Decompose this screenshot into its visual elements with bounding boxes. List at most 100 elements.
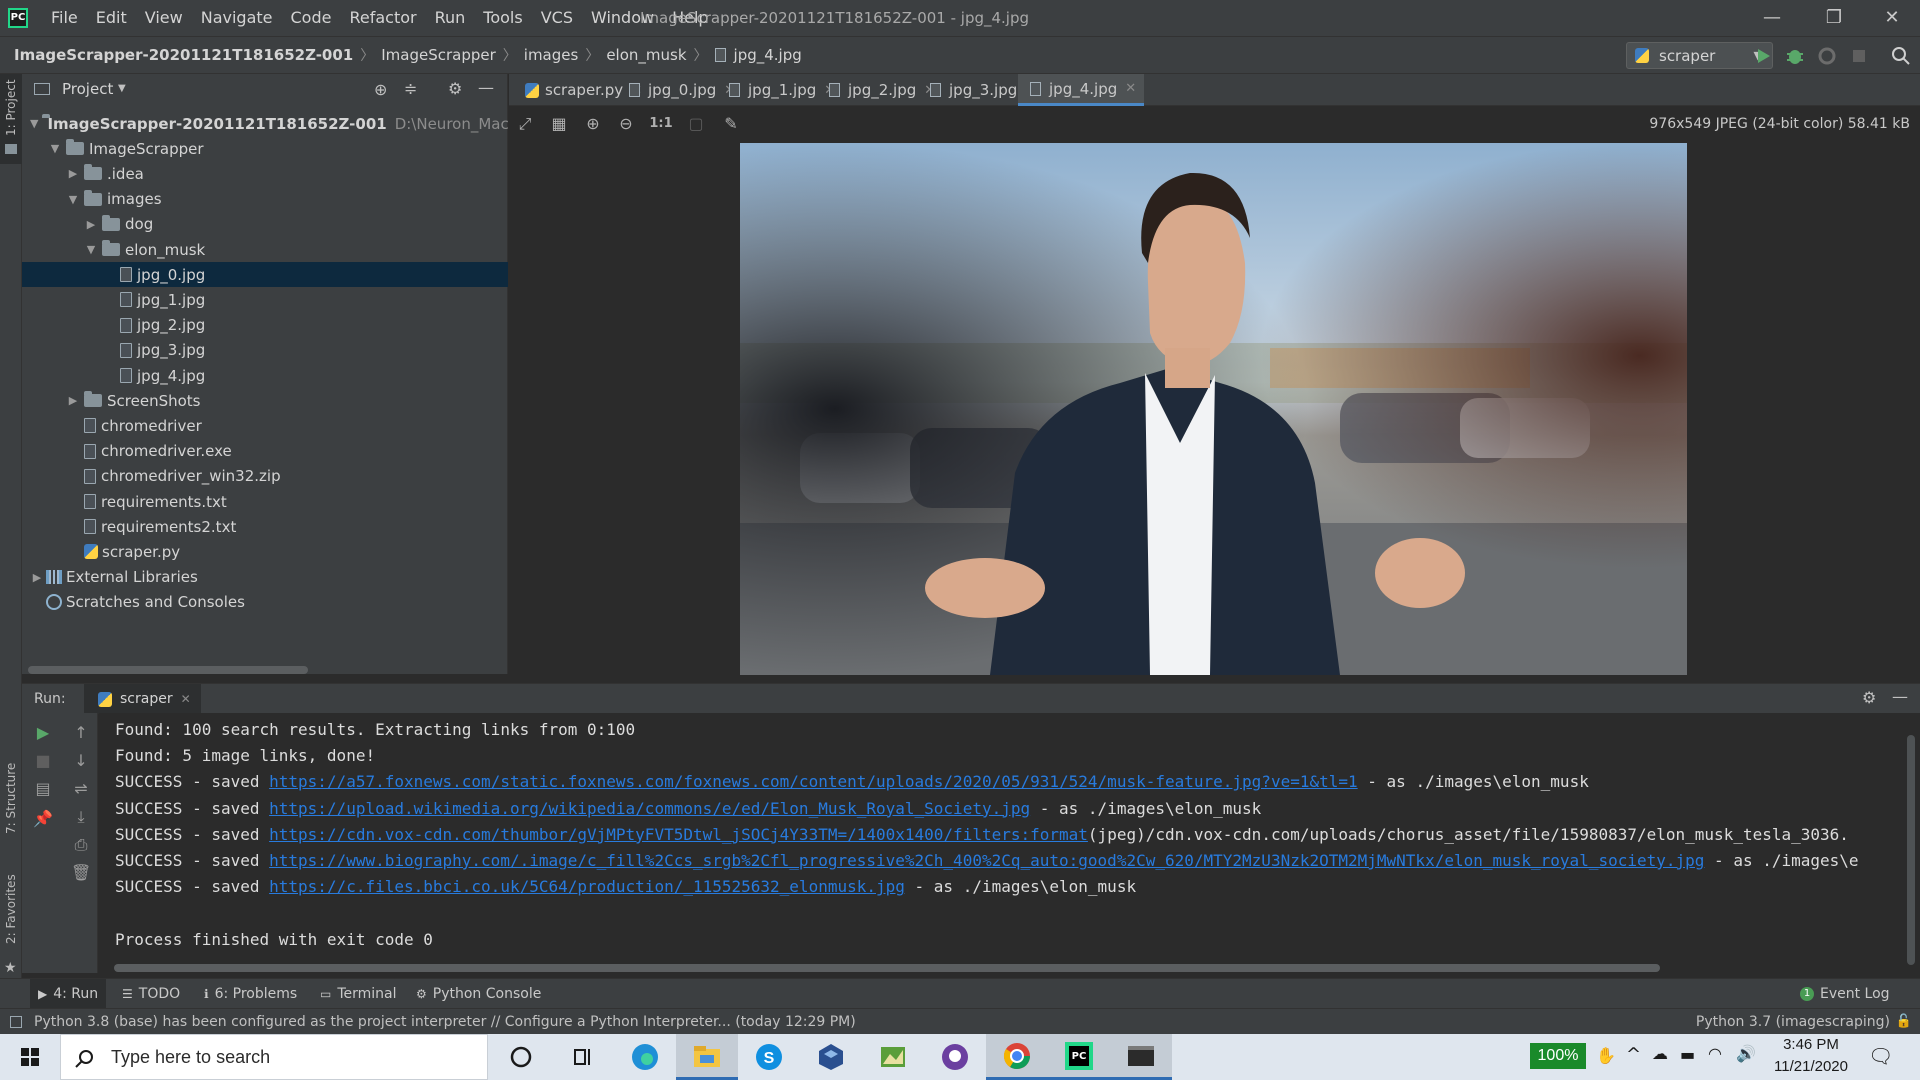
bottom-tab[interactable]: ☰ TODO	[114, 979, 188, 1009]
chevron-right-icon[interactable]: ▶	[66, 167, 80, 180]
lock-icon[interactable]: 🔓	[1896, 1014, 1912, 1029]
skype-icon[interactable]: S	[738, 1034, 800, 1080]
console-horizontal-scrollbar[interactable]	[114, 964, 1660, 972]
menu-item-tools[interactable]: Tools	[474, 0, 531, 36]
editor-tab[interactable]: jpg_4.jpg ✕	[1018, 74, 1145, 106]
tree-item[interactable]: ▼ ImageScrapper-20201121T181652Z-001 D:\Ne…	[22, 111, 541, 136]
system-clock[interactable]: 3:46 PM 11/21/2020	[1766, 1034, 1856, 1080]
touch-icon[interactable]: ✋	[1596, 1046, 1616, 1065]
chevron-down-icon[interactable]: ▼	[66, 193, 80, 206]
start-button[interactable]	[0, 1034, 60, 1080]
tree-item[interactable]: chromedriver.exe	[22, 439, 508, 464]
tree-item[interactable]: ▼ elon_musk	[22, 237, 508, 262]
stop-icon[interactable]: ■	[33, 751, 53, 771]
tree-item[interactable]: ▶ .idea	[22, 161, 508, 186]
gear-icon[interactable]: ⚙	[448, 79, 462, 98]
taskbar-search-box[interactable]: Type here to search	[60, 1034, 488, 1080]
chevron-down-icon[interactable]: ▼	[48, 142, 62, 155]
chevron-down-icon[interactable]: ▼	[84, 243, 98, 256]
breadcrumb-item[interactable]: elon_musk	[606, 46, 686, 64]
run-button[interactable]	[1752, 45, 1774, 67]
zoom-out-icon[interactable]: ⊖	[616, 114, 636, 134]
favorites-tool-window-tab[interactable]: 2: Favorites ★	[0, 864, 22, 984]
console-link[interactable]: https://c.files.bbci.co.uk/5C64/producti…	[269, 877, 905, 896]
chevron-right-icon[interactable]: ▶	[30, 571, 44, 584]
edge-browser-icon[interactable]	[614, 1034, 676, 1080]
color-picker-icon[interactable]: ✎	[721, 114, 741, 134]
cortana-icon[interactable]	[490, 1034, 552, 1080]
hide-panel-icon[interactable]: —	[1892, 687, 1908, 706]
grid-icon[interactable]: ▦	[549, 114, 569, 134]
search-everywhere-button[interactable]	[1890, 45, 1912, 67]
tree-item[interactable]: scraper.py	[22, 539, 508, 564]
battery-icon[interactable]: ▬	[1680, 1045, 1695, 1064]
zoom-in-icon[interactable]: ⊕	[583, 114, 603, 134]
locate-icon[interactable]: ⊕	[374, 80, 387, 99]
collapse-all-icon[interactable]: ≑	[404, 79, 417, 98]
console-link[interactable]: https://www.biography.com/.image/c_fill%…	[269, 851, 1704, 870]
tree-item[interactable]: ▶ dog	[22, 212, 508, 237]
menu-item-edit[interactable]: Edit	[87, 0, 136, 36]
restore-button[interactable]: ❐	[1806, 0, 1862, 36]
chevron-right-icon[interactable]: ▶	[84, 218, 98, 231]
tree-item[interactable]: ▼ ImageScrapper	[22, 136, 508, 161]
console-link[interactable]: https://a57.foxnews.com/static.foxnews.c…	[269, 772, 1358, 791]
down-arrow-icon[interactable]: ↓	[71, 751, 91, 771]
close-icon[interactable]: ✕	[181, 692, 191, 706]
tree-item[interactable]: jpg_0.jpg	[22, 262, 508, 288]
bottom-tab[interactable]: ▭ Terminal	[312, 979, 405, 1009]
tree-item[interactable]: chromedriver	[22, 413, 508, 438]
up-arrow-icon[interactable]: ↑	[71, 723, 91, 743]
chevron-down-icon[interactable]: ▼	[118, 74, 126, 104]
soft-wrap-icon[interactable]: ⇌	[71, 779, 91, 799]
menu-item-vcs[interactable]: VCS	[532, 0, 582, 36]
image-editor-icon[interactable]	[862, 1034, 924, 1080]
menu-item-navigate[interactable]: Navigate	[192, 0, 282, 36]
tree-item[interactable]: requirements.txt	[22, 489, 508, 514]
console-link[interactable]: https://cdn.vox-cdn.com/thumbor/gVjMPtyF…	[269, 825, 1088, 844]
menu-item-run[interactable]: Run	[426, 0, 475, 36]
coverage-button[interactable]	[1816, 45, 1838, 67]
tree-item[interactable]: jpg_2.jpg	[22, 313, 508, 338]
stop-button[interactable]	[1848, 45, 1870, 67]
run-tab-scraper[interactable]: scraper ✕	[84, 684, 201, 714]
tree-item[interactable]: chromedriver_win32.zip	[22, 464, 508, 489]
tree-item[interactable]: jpg_1.jpg	[22, 287, 508, 312]
pycharm-taskbar-icon[interactable]: PC	[1048, 1034, 1110, 1080]
pin-icon[interactable]: 📌	[33, 809, 53, 829]
minimize-button[interactable]: —	[1744, 0, 1800, 36]
chevron-down-icon[interactable]: ▼	[30, 117, 38, 130]
notifications-icon[interactable]: 🗨	[1868, 1044, 1893, 1068]
project-tool-window-tab[interactable]: 1: Project	[0, 74, 22, 164]
volume-icon[interactable]: 🔊	[1736, 1044, 1756, 1063]
tree-item[interactable]: jpg_3.jpg	[22, 338, 508, 363]
run-configuration-select[interactable]: scraper ▼	[1626, 42, 1773, 69]
trash-icon[interactable]: 🗑	[71, 863, 91, 883]
bottom-tab[interactable]: ℹ 6: Problems	[196, 979, 305, 1009]
tree-item[interactable]: ▶ ScreenShots	[22, 388, 508, 413]
hide-panel-icon[interactable]: —	[478, 78, 494, 97]
event-log-button[interactable]: 1 Event Log	[1800, 979, 1890, 1009]
bottom-tab[interactable]: ⚙ Python Console	[408, 979, 549, 1009]
interpreter-selector[interactable]: Python 3.7 (imagescraping)	[1696, 1009, 1890, 1035]
breadcrumb-item[interactable]: images	[524, 46, 579, 64]
virtualbox-icon[interactable]	[800, 1034, 862, 1080]
menu-item-code[interactable]: Code	[282, 0, 341, 36]
tree-item[interactable]: jpg_4.jpg	[22, 363, 508, 388]
rerun-icon[interactable]: ▶	[33, 723, 53, 743]
close-icon[interactable]: ✕	[1125, 81, 1136, 96]
menu-item-file[interactable]: File	[42, 0, 87, 36]
battery-indicator[interactable]: 100%	[1530, 1043, 1586, 1069]
fit-to-window-icon[interactable]: ⤢	[515, 114, 535, 134]
menu-item-refactor[interactable]: Refactor	[340, 0, 425, 36]
tree-item[interactable]: Scratches and Consoles	[22, 590, 508, 615]
console-link[interactable]: https://upload.wikimedia.org/wikipedia/c…	[269, 799, 1030, 818]
chevron-up-icon[interactable]: ^	[1626, 1044, 1641, 1065]
debug-button[interactable]	[1784, 45, 1806, 67]
print-icon[interactable]: ⎙	[71, 835, 91, 855]
structure-tool-window-tab[interactable]: 7: Structure	[0, 754, 22, 854]
tree-item[interactable]: requirements2.txt	[22, 514, 508, 539]
gear-icon[interactable]: ⚙	[1862, 688, 1876, 707]
tree-item[interactable]: ▼ images	[22, 187, 508, 212]
status-message[interactable]: Python 3.8 (base) has been configured as…	[34, 1009, 856, 1035]
